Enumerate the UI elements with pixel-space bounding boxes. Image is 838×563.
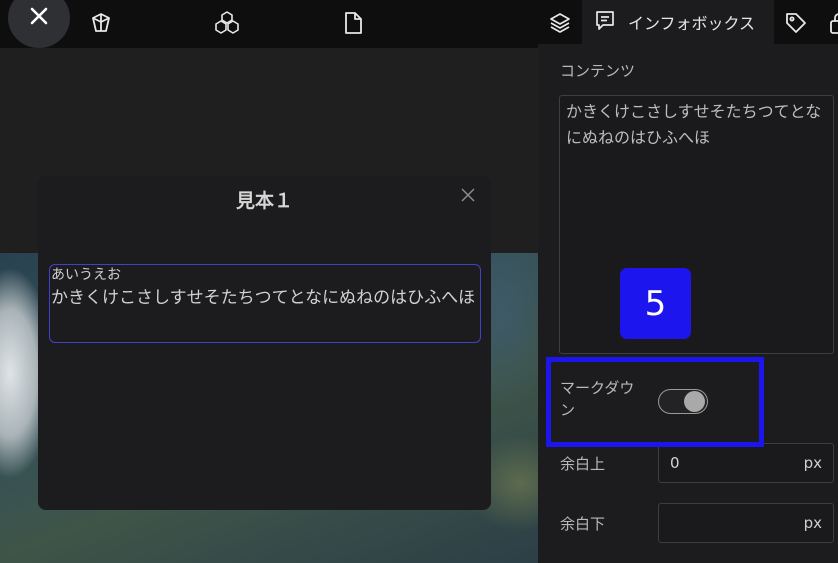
- tab-infobox[interactable]: インフォボックス: [582, 0, 774, 44]
- content-textarea[interactable]: かきくけこさしすせそたちつてとなにぬねのはひふへほ: [559, 95, 834, 354]
- close-icon: [28, 5, 50, 31]
- top-toolbar: インフォボックス: [0, 0, 838, 48]
- tab-label: インフォボックス: [628, 14, 756, 33]
- layers-icon[interactable]: [547, 10, 573, 36]
- content-label: コンテンツ: [560, 62, 636, 80]
- padding-top-value: 0: [670, 454, 680, 472]
- padding-bottom-input[interactable]: px: [658, 503, 834, 543]
- close-icon: [461, 187, 475, 206]
- step-number-badge: 5: [620, 268, 691, 339]
- content-text: かきくけこさしすせそたちつてとなにぬねのはひふへほ: [566, 102, 822, 147]
- modal-close-button[interactable]: [458, 186, 478, 206]
- tag-icon[interactable]: [783, 10, 809, 36]
- padding-bottom-unit: px: [803, 514, 822, 532]
- block-title: あいうえお: [51, 267, 121, 283]
- padding-bottom-label: 余白下: [560, 515, 606, 533]
- infobox-icon: [594, 9, 616, 35]
- modal-title: 見本１: [235, 190, 293, 212]
- block-body: かきくけこさしすせそたちつてとなにぬねのはひふへほ: [51, 288, 476, 308]
- lock-icon[interactable]: [826, 10, 838, 36]
- cube-icon[interactable]: [88, 10, 114, 36]
- cubes-icon[interactable]: [214, 10, 240, 36]
- padding-top-unit: px: [803, 454, 822, 472]
- file-icon[interactable]: [340, 10, 366, 36]
- close-button[interactable]: [8, 0, 70, 48]
- infobox-content-block[interactable]: あいうえお かきくけこさしすせそたちつてとなにぬねのはひふへほ: [49, 264, 481, 343]
- padding-top-input[interactable]: 0 px: [658, 443, 834, 483]
- resize-handle-icon[interactable]: [823, 343, 831, 351]
- infobox-preview-modal: 見本１ あいうえお かきくけこさしすせそたちつてとなにぬねのはひふへほ: [38, 176, 491, 510]
- highlight-box: [546, 357, 764, 447]
- padding-top-label: 余白上: [560, 455, 606, 473]
